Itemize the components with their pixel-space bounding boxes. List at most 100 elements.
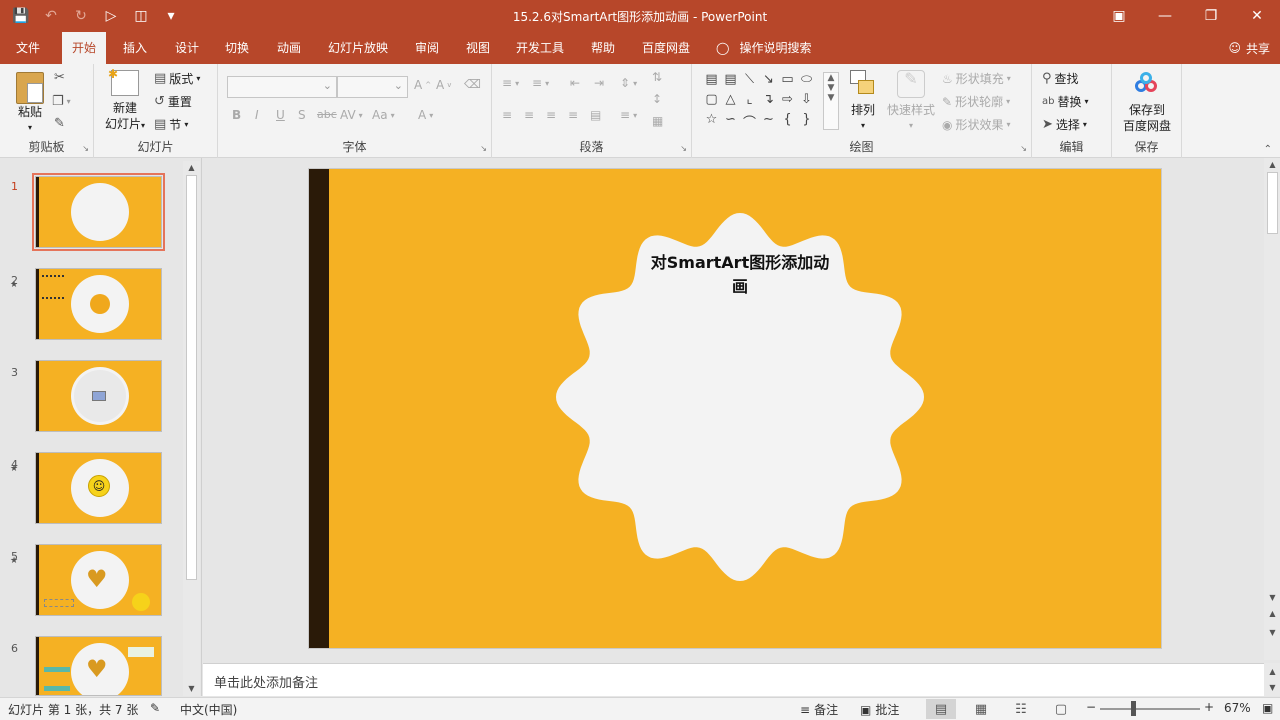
font-launcher-icon[interactable]: ↘ [480,144,487,153]
rounded-rect-shape-icon[interactable]: ▢ [702,92,721,112]
increase-indent-icon[interactable]: ⇥ [594,76,604,90]
rectangle-shape-icon[interactable]: ▭ [778,72,797,92]
slide-thumbnail[interactable] [35,360,162,432]
curve-shape-icon[interactable]: ∽ [721,112,740,132]
format-painter-icon[interactable]: ✎ [54,116,65,131]
zoom-in-icon[interactable]: + [1204,700,1214,714]
scroll-up-icon[interactable]: ▲ [1264,665,1280,679]
zoom-slider-handle[interactable] [1131,701,1136,716]
tab-insert[interactable]: 插入 [113,32,157,64]
tab-review[interactable]: 审阅 [405,32,449,64]
right-arrow-shape-icon[interactable]: ⇨ [778,92,797,112]
shape-effects-button[interactable]: ◉ 形状效果 ▾ [942,116,1011,133]
share-button[interactable]: ☺ 共享 [1228,32,1270,64]
fit-slide-icon[interactable]: ▣ [1262,701,1273,715]
scroll-up-icon[interactable]: ▲ [183,161,200,175]
shapes-gallery-scroll[interactable]: ▲ ▼ ▼ [823,72,839,130]
strikethrough-icon[interactable]: abc [317,108,337,121]
tab-file[interactable]: 文件 [6,32,50,64]
tab-baidu-netdisk[interactable]: 百度网盘 [632,32,700,64]
previous-slide-icon[interactable]: ▲ [1264,607,1280,621]
line-spacing-icon[interactable]: ⇕ ▾ [620,76,637,90]
comments-toggle[interactable]: ▣ 批注 [860,701,899,718]
numbering-icon[interactable]: ≡ ▾ [532,76,549,90]
normal-view-icon[interactable]: ▤ [926,699,956,719]
arrow-line-shape-icon[interactable]: ↘ [759,72,778,92]
restore-icon[interactable]: ❐ [1188,0,1234,32]
underline-icon[interactable]: U [276,108,285,122]
line-shape-icon[interactable]: ⟍ [740,72,759,92]
textbox-shape-icon[interactable]: ▤ [702,72,721,92]
scroll-up-icon[interactable]: ▲ [1264,158,1280,172]
thumbnail-scrollbar[interactable]: ▲ ▼ [183,161,200,696]
left-brace-shape-icon[interactable]: { [778,112,797,132]
clear-format-icon[interactable]: ⌫ [464,77,481,91]
vertical-textbox-shape-icon[interactable]: ▤ [721,72,740,92]
italic-icon[interactable]: I [255,108,259,122]
slide-thumbnail[interactable] [35,268,162,340]
distribute-icon[interactable]: ▤ [590,108,601,122]
section-button[interactable]: ▤ 节 ▾ [154,116,188,133]
ribbon-display-icon[interactable]: ▣ [1096,0,1142,32]
oval-shape-icon[interactable]: ⬭ [797,72,816,92]
paste-button[interactable]: 粘贴 ▾ [12,72,48,136]
slide-title[interactable]: 对SmartArt图形添加动画 [645,249,835,297]
notes-toggle[interactable]: ≡ 备注 [800,701,838,718]
scroll-down-icon[interactable]: ▼ [1264,591,1280,605]
zoom-slider[interactable] [1100,708,1200,710]
align-left-icon[interactable]: ≡ [502,108,512,122]
smartart-convert-icon[interactable]: ▦ [652,114,663,128]
shape-outline-button[interactable]: ✎ 形状轮廓 ▾ [942,93,1010,110]
slide-sorter-icon[interactable]: ▦ [966,699,996,719]
accessibility-icon[interactable]: ✎ [150,701,160,715]
scroll-thumb[interactable] [186,175,197,580]
tab-help[interactable]: 帮助 [581,32,625,64]
tell-me-search[interactable]: ◯ 操作说明搜索 [716,32,811,64]
tab-design[interactable]: 设计 [165,32,209,64]
align-right-icon[interactable]: ≡ [546,108,556,122]
replace-button[interactable]: ab 替换 ▾ [1042,93,1089,110]
down-arrow-shape-icon[interactable]: ⇩ [797,92,816,112]
minimize-icon[interactable]: — [1142,0,1188,32]
notes-scrollbar[interactable]: ▲ ▼ [1264,663,1280,696]
tab-home[interactable]: 开始 [62,32,107,64]
char-spacing-icon[interactable]: AV ▾ [340,108,363,122]
save-to-baidu-button[interactable]: 保存到 百度网盘 [1118,72,1176,134]
tab-animations[interactable]: 动画 [267,32,311,64]
tab-developer[interactable]: 开发工具 [506,32,574,64]
scalloped-circle-shape[interactable] [309,169,1162,649]
shrink-font-icon[interactable]: Av [436,78,451,92]
notes-placeholder[interactable]: 单击此处添加备注 [214,672,318,691]
clipboard-launcher-icon[interactable]: ↘ [82,144,89,153]
decrease-indent-icon[interactable]: ⇤ [570,76,580,90]
align-text-icon[interactable]: ↕ [652,92,662,106]
columns-icon[interactable]: ≡ ▾ [620,108,637,122]
reset-button[interactable]: ↺ 重置 [154,93,192,110]
tab-slideshow[interactable]: 幻灯片放映 [318,32,398,64]
tab-view[interactable]: 视图 [456,32,500,64]
copy-icon[interactable]: ❐ ▾ [52,94,71,109]
justify-icon[interactable]: ≡ [568,108,578,122]
slide-thumbnail[interactable]: ♥ [35,544,162,616]
shapes-gallery[interactable]: ▤ ▤ ⟍ ↘ ▭ ⬭ ▢ △ ⌞ ↴ ⇨ ⇩ ☆ ∽ ⌒ ∼ { } [702,72,820,132]
slide-thumbnail[interactable]: ☺ [35,452,162,524]
close-icon[interactable]: ✕ [1234,0,1280,32]
elbow-connector-shape-icon[interactable]: ⌞ [740,92,759,112]
arrange-button[interactable]: 排列 ▾ [844,70,882,134]
shape-fill-button[interactable]: ♨ 形状填充 ▾ [942,70,1011,87]
font-size-combo[interactable]: ⌄ [337,76,408,98]
bold-icon[interactable]: B [232,108,241,122]
drawing-launcher-icon[interactable]: ↘ [1020,144,1027,153]
notes-pane[interactable]: 单击此处添加备注 [203,663,1264,696]
find-button[interactable]: ⚲ 查找 [1042,70,1079,87]
text-direction-icon[interactable]: ⇅ [652,70,662,84]
reading-view-icon[interactable]: ☷ [1006,699,1036,719]
right-brace-shape-icon[interactable]: } [797,112,816,132]
zoom-level[interactable]: 67% [1224,701,1251,715]
quick-styles-button[interactable]: ✎ 快速样式 ▾ [884,70,938,134]
slideshow-view-icon[interactable]: ▢ [1046,699,1076,719]
paragraph-launcher-icon[interactable]: ↘ [680,144,687,153]
grow-font-icon[interactable]: A ^ [414,78,431,92]
zoom-out-icon[interactable]: − [1086,700,1096,714]
select-button[interactable]: ➤ 选择 ▾ [1042,116,1087,133]
